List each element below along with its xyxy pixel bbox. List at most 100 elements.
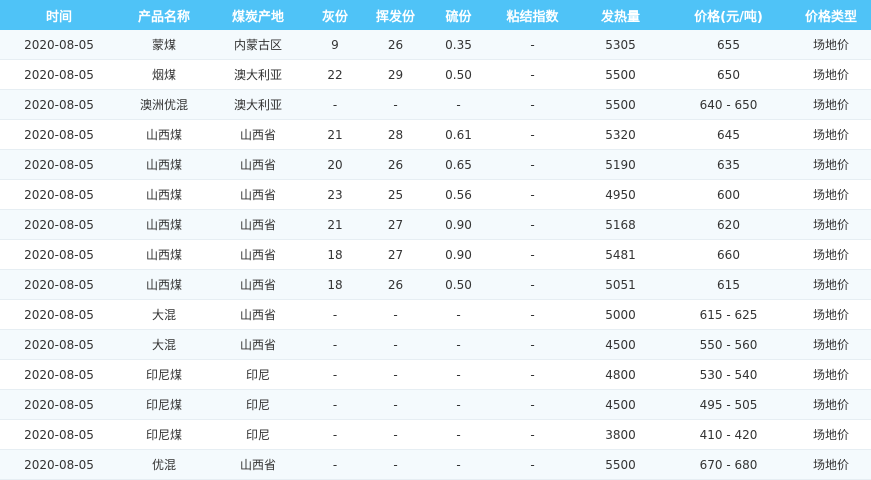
cell-sulfur: 0.90 [427, 209, 490, 240]
cell-origin: 山西省 [210, 239, 306, 270]
cell-product-name: 印尼煤 [118, 359, 210, 390]
cell-ash: - [306, 359, 364, 390]
cell-price-type: 场地价 [791, 89, 871, 120]
cell-volatile: - [364, 299, 427, 330]
cell-sulfur: 0.50 [427, 269, 490, 300]
cell-volatile: 29 [364, 59, 427, 90]
cell-sulfur: - [427, 359, 490, 390]
cell-calorific-value: 5500 [575, 59, 666, 90]
cell-caking-index: - [490, 179, 575, 210]
column-header-time: 时间 [0, 0, 118, 30]
cell-price: 550 - 560 [666, 329, 791, 360]
cell-sulfur: - [427, 89, 490, 120]
cell-sulfur: - [427, 449, 490, 480]
cell-time: 2020-08-05 [0, 329, 118, 360]
cell-calorific-value: 5305 [575, 30, 666, 60]
cell-price-type: 场地价 [791, 269, 871, 300]
cell-time: 2020-08-05 [0, 419, 118, 450]
cell-calorific-value: 4800 [575, 359, 666, 390]
cell-sulfur: - [427, 299, 490, 330]
cell-product-name: 山西煤 [118, 149, 210, 180]
cell-price: 645 [666, 119, 791, 150]
cell-origin: 澳大利亚 [210, 89, 306, 120]
column-header-product-name: 产品名称 [118, 0, 210, 30]
cell-volatile: 25 [364, 179, 427, 210]
cell-sulfur: 0.56 [427, 179, 490, 210]
cell-caking-index: - [490, 239, 575, 270]
cell-caking-index: - [490, 89, 575, 120]
cell-price-type: 场地价 [791, 329, 871, 360]
cell-product-name: 山西煤 [118, 239, 210, 270]
cell-price-type: 场地价 [791, 59, 871, 90]
cell-product-name: 澳洲优混 [118, 89, 210, 120]
cell-product-name: 蒙煤 [118, 30, 210, 60]
cell-product-name: 山西煤 [118, 269, 210, 300]
cell-caking-index: - [490, 30, 575, 60]
cell-sulfur: 0.65 [427, 149, 490, 180]
cell-origin: 山西省 [210, 149, 306, 180]
cell-volatile: 26 [364, 30, 427, 60]
cell-time: 2020-08-05 [0, 389, 118, 420]
cell-price: 615 - 625 [666, 299, 791, 330]
cell-price: 615 [666, 269, 791, 300]
cell-volatile: - [364, 449, 427, 480]
table-row: 2020-08-05 大混 山西省 - - - -4500 550 - 560 场地价 [0, 329, 871, 360]
cell-time: 2020-08-05 [0, 449, 118, 480]
cell-caking-index: - [490, 299, 575, 330]
cell-ash: 22 [306, 59, 364, 90]
column-header-calorific-value: 发热量 [575, 0, 666, 30]
column-header-price: 价格(元/吨) [666, 0, 791, 30]
cell-price-type: 场地价 [791, 209, 871, 240]
cell-ash: 21 [306, 209, 364, 240]
cell-caking-index: - [490, 269, 575, 300]
column-header-sulfur: 硫份 [427, 0, 490, 30]
table-row: 2020-08-05 烟煤 澳大利亚 22 29 0.50-5500 650 场地价 [0, 59, 871, 90]
table-row: 2020-08-05 蒙煤 内蒙古区 9 26 0.35-5305 655 场地价 [0, 30, 871, 60]
cell-price-type: 场地价 [791, 299, 871, 330]
cell-sulfur: 0.61 [427, 119, 490, 150]
cell-calorific-value: 5481 [575, 239, 666, 270]
table-row: 2020-08-05 印尼煤 印尼 - - - -3800 410 - 420 场地价 [0, 419, 871, 450]
cell-calorific-value: 4950 [575, 179, 666, 210]
cell-price: 655 [666, 30, 791, 60]
coal-price-table: 时间 产品名称 煤炭产地 灰份 挥发份 硫份 粘结指数 发热量 价格(元/吨) 价格类型 2020… [0, 0, 871, 480]
cell-product-name: 山西煤 [118, 179, 210, 210]
cell-price: 660 [666, 239, 791, 270]
cell-volatile: - [364, 329, 427, 360]
cell-origin: 印尼 [210, 359, 306, 390]
cell-calorific-value: 4500 [575, 389, 666, 420]
cell-sulfur: - [427, 419, 490, 450]
cell-origin: 山西省 [210, 329, 306, 360]
table-row: 2020-08-05 山西煤 山西省 23 25 0.56-4950 600 场地价 [0, 179, 871, 210]
cell-ash: - [306, 299, 364, 330]
cell-ash: - [306, 419, 364, 450]
cell-time: 2020-08-05 [0, 59, 118, 90]
column-header-volatile: 挥发份 [364, 0, 427, 30]
table-header: 时间 产品名称 煤炭产地 灰份 挥发份 硫份 粘结指数 发热量 价格(元/吨) 价格类型 [0, 0, 871, 30]
cell-sulfur: - [427, 329, 490, 360]
cell-price-type: 场地价 [791, 449, 871, 480]
cell-caking-index: - [490, 419, 575, 450]
cell-time: 2020-08-05 [0, 299, 118, 330]
cell-price: 635 [666, 149, 791, 180]
cell-calorific-value: 5500 [575, 89, 666, 120]
cell-price-type: 场地价 [791, 149, 871, 180]
cell-ash: - [306, 329, 364, 360]
table-row: 2020-08-05 印尼煤 印尼 - - - -4500 495 - 505 场地价 [0, 389, 871, 420]
cell-volatile: - [364, 419, 427, 450]
cell-product-name: 大混 [118, 299, 210, 330]
cell-calorific-value: 5168 [575, 209, 666, 240]
table-row: 2020-08-05 优混 山西省 - - - -5500 670 - 680 场地价 [0, 449, 871, 480]
cell-ash: 18 [306, 239, 364, 270]
cell-sulfur: 0.35 [427, 30, 490, 60]
cell-price: 410 - 420 [666, 419, 791, 450]
cell-price-type: 场地价 [791, 119, 871, 150]
table-row: 2020-08-05 山西煤 山西省 18 27 0.90-5481 660 场地价 [0, 239, 871, 270]
cell-origin: 山西省 [210, 299, 306, 330]
cell-product-name: 印尼煤 [118, 419, 210, 450]
cell-origin: 澳大利亚 [210, 59, 306, 90]
cell-origin: 印尼 [210, 389, 306, 420]
cell-time: 2020-08-05 [0, 30, 118, 60]
cell-time: 2020-08-05 [0, 119, 118, 150]
cell-sulfur: - [427, 389, 490, 420]
